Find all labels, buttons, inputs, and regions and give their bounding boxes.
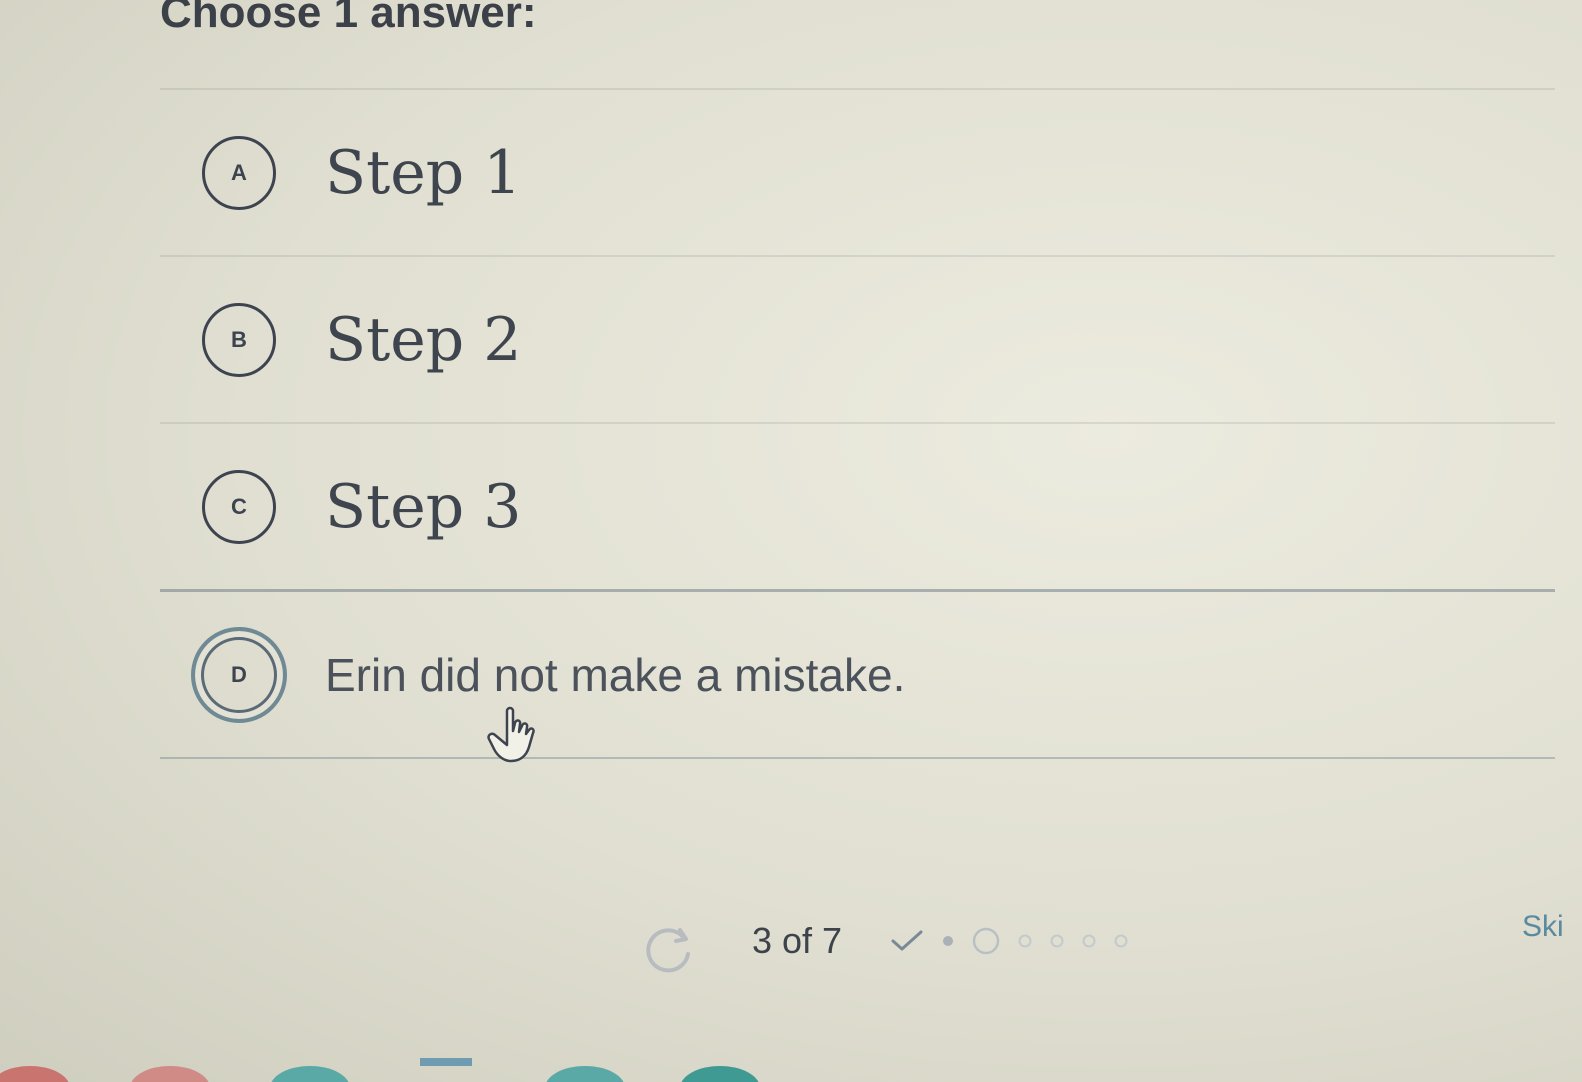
progress-indicator — [890, 926, 1146, 956]
choice-a[interactable]: A Step 1 — [160, 88, 1555, 255]
taskbar-icon — [0, 1066, 69, 1082]
exercise-footer: 3 of 7 Ski — [0, 900, 1582, 990]
choice-a-label: Step 1 — [325, 137, 522, 208]
progress-dot — [1114, 934, 1128, 948]
choice-d-label: Erin did not make a mistake. — [325, 648, 906, 701]
progress-dot — [1082, 934, 1096, 948]
choice-c-radio[interactable]: C — [202, 469, 276, 544]
skip-button[interactable]: Ski — [1522, 910, 1564, 944]
progress-dot — [1018, 934, 1032, 948]
refresh-icon[interactable] — [640, 922, 696, 978]
progress-dot-current — [972, 927, 1000, 955]
taskbar-icon — [546, 1066, 624, 1082]
question-prompt: Choose 1 answer: — [160, 0, 537, 37]
choice-b-label: Step 2 — [325, 304, 522, 375]
taskbar-icon — [420, 1058, 472, 1066]
choice-d[interactable]: D Erin did not make a mistake. — [160, 589, 1555, 759]
choice-b-radio[interactable]: B — [202, 302, 276, 377]
check-icon — [891, 930, 923, 951]
taskbar-icon — [271, 1066, 349, 1082]
choice-c-label: Step 3 — [325, 471, 522, 542]
progress-dot — [1050, 934, 1064, 948]
taskbar-icon — [131, 1066, 209, 1082]
progress-dot-filled — [943, 936, 953, 946]
choice-c[interactable]: C Step 3 — [160, 422, 1555, 589]
choice-a-radio[interactable]: A — [202, 135, 276, 210]
choice-b[interactable]: B Step 2 — [160, 255, 1555, 422]
taskbar-icon — [681, 1066, 759, 1082]
pointer-hand-icon — [487, 706, 535, 763]
taskbar-strip — [0, 1058, 759, 1082]
progress-counter: 3 of 7 — [752, 920, 843, 961]
answer-choices: A Step 1 B Step 2 C Step 3 D Erin did no… — [160, 88, 1555, 759]
choice-d-radio[interactable]: D — [191, 626, 287, 723]
